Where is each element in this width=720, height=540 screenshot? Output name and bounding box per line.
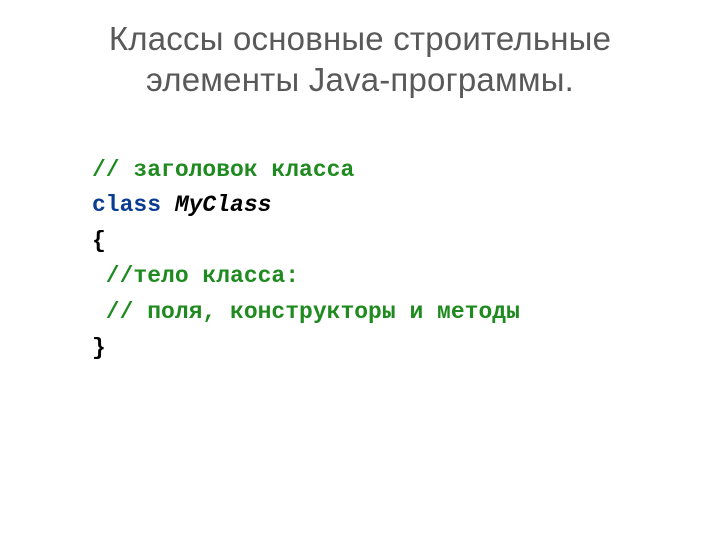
keyword-class: class (92, 192, 161, 218)
comment-members: // поля, конструкторы и методы (92, 299, 520, 325)
title-line-1: Классы основные строительные (109, 20, 611, 57)
code-line-5: // поля, конструкторы и методы (92, 295, 670, 331)
title-line-2: элементы Java-программы. (146, 61, 574, 98)
close-brace: } (92, 335, 106, 361)
code-line-1: // заголовок класса (92, 153, 670, 189)
comment-header: // заголовок класса (92, 157, 354, 183)
comment-body: //тело класса: (92, 263, 299, 289)
code-line-2: class MyClass (92, 188, 670, 224)
code-line-4: //тело класса: (92, 259, 670, 295)
slide-title: Классы основные строительные элементы Ja… (50, 18, 670, 101)
class-name: MyClass (175, 192, 272, 218)
open-brace: { (92, 228, 106, 254)
code-example: // заголовок класса class MyClass { //те… (92, 153, 670, 367)
code-line-3: { (92, 224, 670, 260)
code-line-6: } (92, 331, 670, 367)
